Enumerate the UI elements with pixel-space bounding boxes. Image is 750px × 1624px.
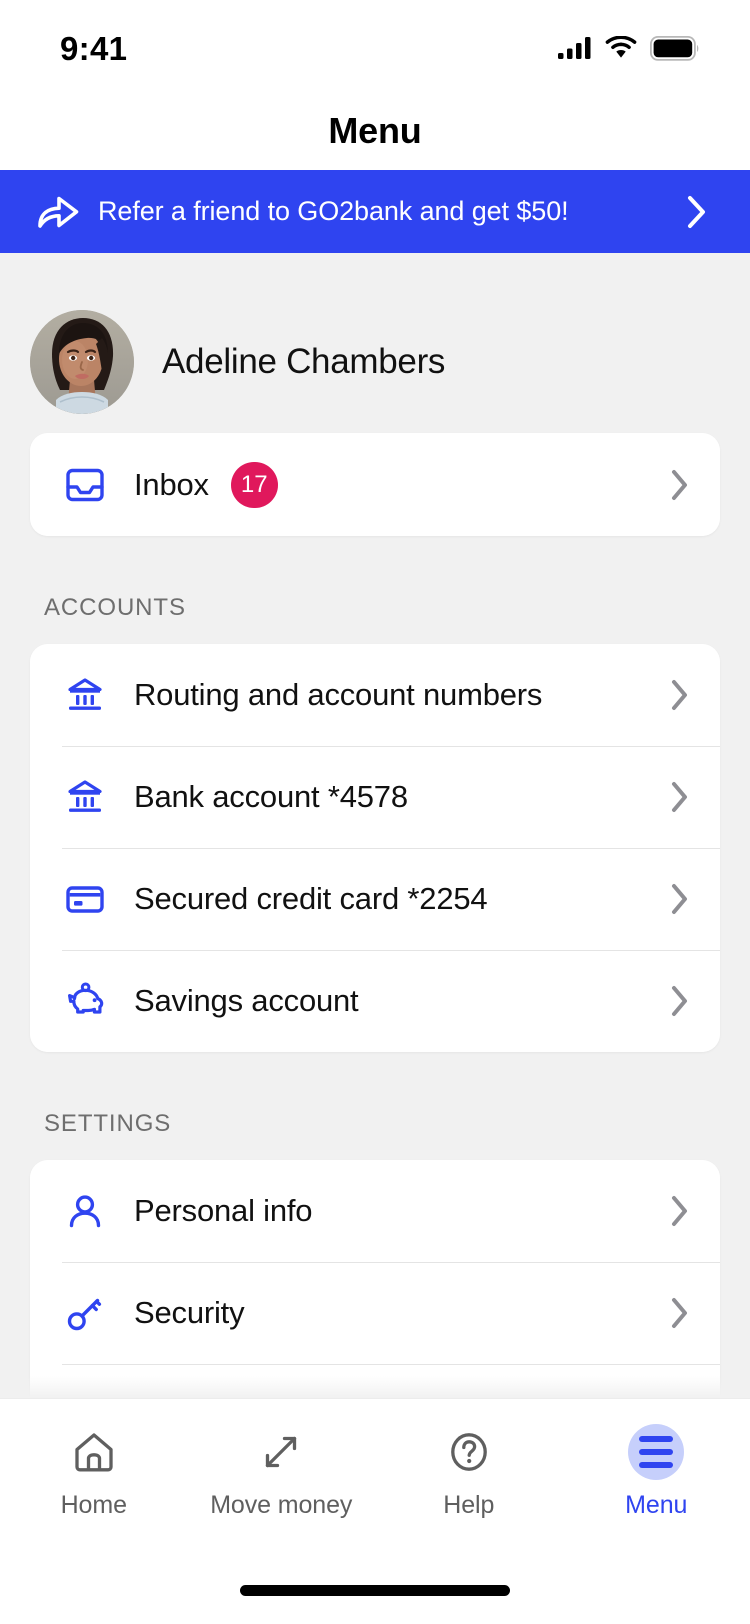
menu-hamburger-icon	[628, 1421, 685, 1483]
bank-building-icon	[62, 672, 108, 718]
menu-item-savings-account[interactable]: Savings account	[30, 950, 720, 1052]
status-bar: 9:41	[0, 0, 750, 92]
share-arrow-icon	[36, 190, 80, 234]
app-screen: 9:41 Menu Refer a friend to GO2bank and …	[0, 0, 750, 1624]
credit-card-icon	[62, 876, 108, 922]
profile-name: Adeline Chambers	[162, 341, 446, 381]
tab-home[interactable]: Home	[0, 1421, 188, 1520]
home-indicator	[240, 1585, 510, 1596]
menu-item-label: Personal info	[134, 1193, 313, 1228]
inbox-label-group: Inbox 17	[134, 461, 670, 508]
chevron-right-icon	[670, 984, 690, 1018]
chevron-right-icon	[670, 678, 690, 712]
help-question-circle-icon	[443, 1421, 495, 1483]
chevron-right-icon	[670, 780, 690, 814]
menu-item-label: Security	[134, 1295, 245, 1330]
tab-label: Help	[443, 1491, 495, 1519]
inbox-card: Inbox 17	[30, 433, 720, 536]
status-bar-icons	[558, 35, 700, 61]
battery-full-icon	[650, 35, 699, 61]
status-badge: 17	[230, 461, 278, 508]
user-avatar-photo	[30, 309, 134, 414]
tab-menu[interactable]: Menu	[563, 1421, 750, 1520]
section-header-accounts: ACCOUNTS	[44, 594, 186, 621]
menu-item-inbox[interactable]: Inbox 17	[30, 433, 720, 536]
settings-card: Personal info Security	[30, 1160, 720, 1398]
section-header-settings: SETTINGS	[44, 1110, 172, 1137]
status-bar-time: 9:41	[60, 29, 128, 67]
chevron-right-icon	[670, 1296, 690, 1330]
person-icon	[62, 1188, 108, 1234]
accounts-card: Routing and account numbers Bank account…	[30, 644, 720, 1052]
bank-building-icon	[62, 774, 108, 820]
cellular-signal-icon	[558, 37, 591, 59]
tab-move-money[interactable]: Move money	[188, 1421, 376, 1520]
menu-item-label: Routing and account numbers	[134, 677, 543, 712]
avatar	[30, 309, 134, 414]
menu-item-label: Bank account *4578	[134, 779, 408, 814]
profile-header[interactable]: Adeline Chambers	[0, 253, 750, 433]
refer-a-friend-banner[interactable]: Refer a friend to GO2bank and get $50!	[0, 170, 750, 253]
menu-item-overdraft-protection[interactable]: Overdraft protection	[30, 1364, 720, 1398]
page-title: Menu	[328, 110, 422, 151]
tab-label: Home	[60, 1491, 127, 1519]
navigation-bar: Menu	[0, 92, 750, 170]
chevron-right-icon	[686, 194, 708, 230]
chevron-right-icon	[670, 882, 690, 916]
move-money-arrows-icon	[255, 1421, 307, 1483]
tab-help[interactable]: Help	[375, 1421, 563, 1520]
tab-label: Move money	[210, 1491, 353, 1519]
piggy-bank-icon	[62, 978, 108, 1024]
home-icon	[68, 1421, 120, 1483]
menu-item-personal-info[interactable]: Personal info	[30, 1160, 720, 1262]
menu-item-label: Inbox	[134, 466, 209, 502]
menu-item-secured-credit-card[interactable]: Secured credit card *2254	[30, 848, 720, 950]
menu-content-scroll[interactable]: Adeline Chambers Inbox 17 ACCOUNTS Routi…	[0, 253, 750, 1398]
inbox-tray-icon	[62, 462, 108, 508]
menu-item-routing-and-account-numbers[interactable]: Routing and account numbers	[30, 644, 720, 746]
key-icon	[62, 1290, 108, 1336]
menu-item-label: Secured credit card *2254	[134, 881, 488, 916]
menu-item-security[interactable]: Security	[30, 1262, 720, 1364]
chevron-right-icon	[670, 1194, 690, 1228]
menu-item-bank-account[interactable]: Bank account *4578	[30, 746, 720, 848]
wifi-icon	[605, 36, 637, 58]
refer-banner-text: Refer a friend to GO2bank and get $50!	[98, 196, 569, 226]
tab-label: Menu	[625, 1491, 688, 1519]
chevron-right-icon	[670, 468, 690, 502]
menu-item-label: Savings account	[134, 983, 359, 1018]
